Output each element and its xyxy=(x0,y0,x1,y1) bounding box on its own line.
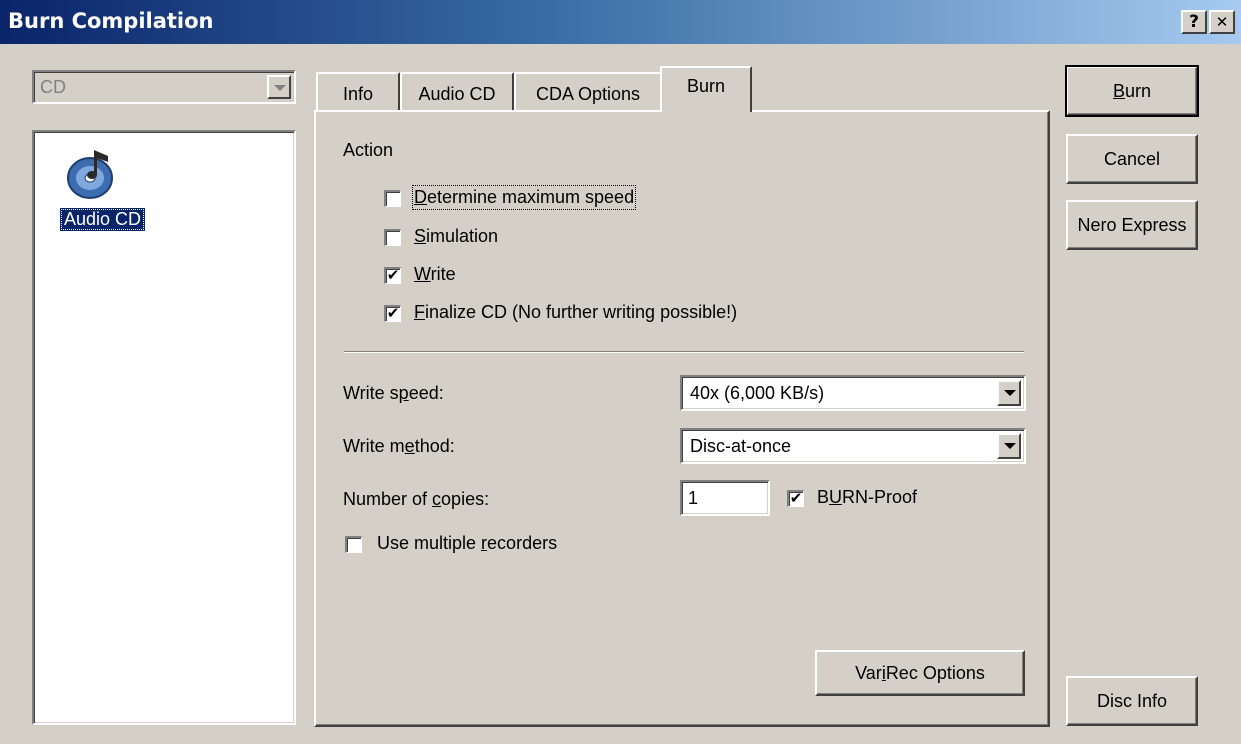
finalize-label[interactable]: Finalize CD (No further writing possible… xyxy=(414,302,737,323)
tab-cda-options[interactable]: CDA Options xyxy=(514,72,662,110)
chevron-down-icon[interactable] xyxy=(997,433,1021,459)
audio-cd-icon xyxy=(64,140,120,200)
copies-value: 1 xyxy=(688,488,699,508)
copies-input[interactable]: 1 xyxy=(680,480,770,516)
simulation-checkbox[interactable] xyxy=(384,229,401,246)
disc-info-button[interactable]: Disc Info xyxy=(1066,676,1198,726)
simulation-label[interactable]: Simulation xyxy=(414,226,498,247)
write-label[interactable]: Write xyxy=(414,264,456,285)
chevron-down-icon[interactable] xyxy=(267,75,291,99)
write-method-label: Write method: xyxy=(343,436,455,456)
window-title: Burn Compilation xyxy=(8,9,214,33)
divider xyxy=(344,351,1024,353)
burn-button-label: Burn xyxy=(1112,80,1152,101)
tab-info[interactable]: Info xyxy=(316,72,400,110)
chevron-down-icon[interactable] xyxy=(997,380,1021,406)
help-button[interactable]: ? xyxy=(1181,10,1207,34)
list-item-audio-cd[interactable]: Audio CD xyxy=(60,208,146,231)
title-bar: Burn Compilation ? ✕ xyxy=(0,0,1241,44)
write-speed-select[interactable]: 40x (6,000 KB/s) xyxy=(680,375,1026,411)
tab-burn[interactable]: Burn xyxy=(660,66,752,112)
burn-proof-label[interactable]: BURN-Proof xyxy=(817,487,917,508)
determine-speed-checkbox[interactable] xyxy=(384,190,401,207)
multiple-recorders-label[interactable]: Use multiple recorders xyxy=(377,533,557,554)
cancel-button[interactable]: Cancel xyxy=(1066,134,1198,184)
write-method-value: Disc-at-once xyxy=(690,436,792,456)
close-button[interactable]: ✕ xyxy=(1209,10,1235,34)
burn-proof-checkbox[interactable]: ✔ xyxy=(787,490,804,507)
action-group-label: Action xyxy=(343,140,394,160)
tab-audio-cd[interactable]: Audio CD xyxy=(400,72,514,110)
finalize-checkbox[interactable]: ✔ xyxy=(384,305,401,322)
copies-label: Number of copies: xyxy=(343,489,490,509)
disc-type-select[interactable]: CD xyxy=(32,70,296,104)
nero-express-button[interactable]: Nero Express xyxy=(1066,200,1198,250)
multiple-recorders-checkbox[interactable] xyxy=(345,536,362,553)
disc-type-value: CD xyxy=(40,77,66,97)
write-speed-label: Write speed: xyxy=(343,383,444,403)
burn-button[interactable]: Burn xyxy=(1065,65,1199,117)
varirec-options-button[interactable]: VariRec Options xyxy=(815,650,1025,696)
write-checkbox[interactable]: ✔ xyxy=(384,267,401,284)
compilation-list[interactable]: Audio CD xyxy=(32,130,296,725)
determine-speed-label[interactable]: Determine maximum speed xyxy=(411,185,637,210)
write-method-select[interactable]: Disc-at-once xyxy=(680,428,1026,464)
varirec-options-label: VariRec Options xyxy=(855,662,985,683)
write-speed-value: 40x (6,000 KB/s) xyxy=(690,383,825,403)
